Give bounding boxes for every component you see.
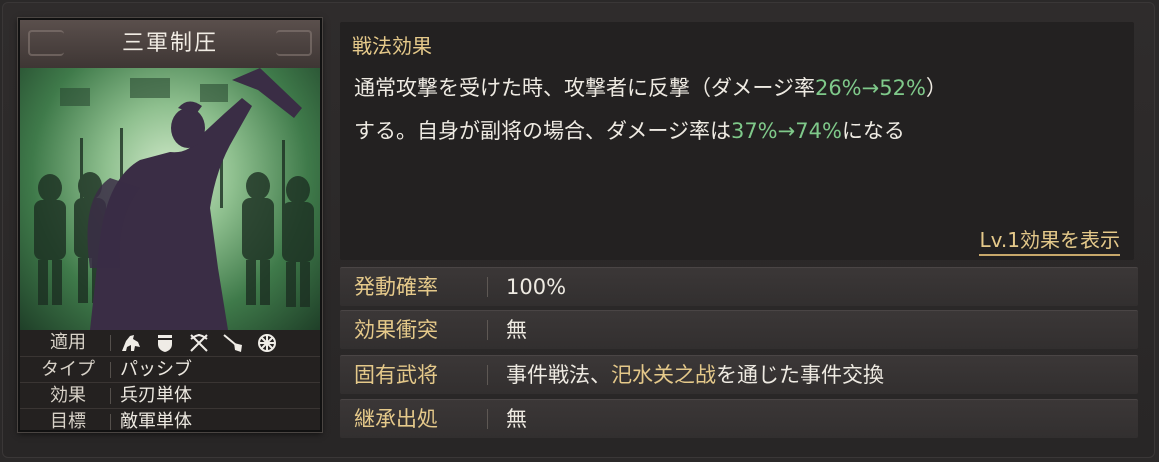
info-value-inheritance-source: 無	[506, 407, 527, 431]
stat-row-target: 目標 敵軍単体	[20, 408, 320, 432]
effect-line1-value: 26%→52%	[814, 76, 926, 100]
stat-value-type: パッシブ	[120, 359, 192, 380]
effect-text-line-1: 通常攻撃を受けた時、攻撃者に反撃（ダメージ率26%→52%）	[354, 72, 947, 102]
effect-line2-suffix: になる	[841, 119, 905, 143]
effect-line2-value: 37%→74%	[730, 119, 842, 143]
info-row-unique-general: 固有武将 事件戦法、汜水关之战を通じた事件交換	[340, 355, 1138, 394]
stat-row-applicable: 適用	[20, 330, 320, 356]
stat-divider	[110, 335, 111, 351]
effect-description-box: 戦法効果 通常攻撃を受けた時、攻撃者に反撃（ダメージ率26%→52%） する。自…	[340, 22, 1134, 260]
card-title-bar: 三軍制圧	[20, 20, 320, 70]
info-value-effect-conflict: 無	[506, 318, 527, 342]
event-name-link[interactable]: 汜水关之战	[611, 363, 716, 387]
info-divider	[487, 320, 488, 340]
stat-row-effect: 効果 兵刃単体	[20, 382, 320, 409]
info-divider	[487, 409, 488, 429]
show-lv1-effect-link[interactable]: Lv.1効果を表示	[979, 224, 1120, 256]
effect-line1-prefix: 通常攻撃を受けた時、攻撃者に反撃（ダメージ率	[354, 76, 815, 100]
info-label-effect-conflict: 効果衝突	[354, 318, 438, 342]
effect-heading: 戦法効果	[352, 34, 432, 58]
stat-value-target: 敵軍単体	[120, 411, 192, 432]
effect-line2-prefix: する。自身が副将の場合、ダメージ率は	[354, 119, 731, 143]
stat-divider	[110, 362, 111, 378]
info-row-activation-rate: 発動確率 100%	[340, 267, 1138, 306]
spear-icon	[222, 333, 244, 353]
info-divider	[487, 277, 488, 297]
troop-type-icons	[120, 333, 278, 353]
crossed-bows-icon	[188, 333, 210, 353]
tactic-card: 三軍制圧 適用 タイプ パッシブ 効果 兵刃単体 目標 敵軍単体	[18, 18, 322, 432]
stat-label-applicable: 適用	[50, 332, 86, 353]
info-value-unique-general: 事件戦法、汜水关之战を通じた事件交換	[506, 356, 884, 394]
title-ornament-left	[28, 30, 64, 56]
stat-label-target: 目標	[50, 411, 86, 432]
title-ornament-right	[276, 30, 312, 56]
unique-general-prefix: 事件戦法、	[506, 363, 611, 387]
info-label-activation-rate: 発動確率	[354, 275, 438, 299]
card-title: 三軍制圧	[121, 31, 218, 56]
effect-text-line-2: する。自身が副将の場合、ダメージ率は37%→74%になる	[354, 115, 905, 145]
info-divider	[487, 365, 488, 385]
info-value-activation-rate: 100%	[506, 275, 567, 299]
shield-icon	[154, 333, 176, 353]
stat-divider	[110, 414, 111, 430]
info-label-inheritance-source: 継承出処	[354, 407, 438, 431]
info-row-inheritance-source: 継承出処 無	[340, 399, 1138, 438]
cavalry-icon	[120, 333, 142, 353]
stat-value-effect: 兵刃単体	[120, 385, 192, 406]
stat-row-type: タイプ パッシブ	[20, 356, 320, 383]
wheel-icon	[256, 333, 278, 353]
card-artwork	[20, 68, 320, 330]
warrior-silhouette-art	[34, 68, 314, 330]
card-stats: 適用 タイプ パッシブ 効果 兵刃単体 目標 敵軍単体	[20, 330, 320, 432]
effect-line1-suffix: ）	[925, 76, 947, 100]
info-row-effect-conflict: 効果衝突 無	[340, 310, 1138, 349]
stat-label-effect: 効果	[50, 385, 86, 406]
stat-divider	[110, 388, 111, 404]
stat-label-type: タイプ	[41, 359, 95, 380]
info-label-unique-general: 固有武将	[354, 363, 438, 387]
unique-general-suffix: を通じた事件交換	[716, 363, 884, 387]
